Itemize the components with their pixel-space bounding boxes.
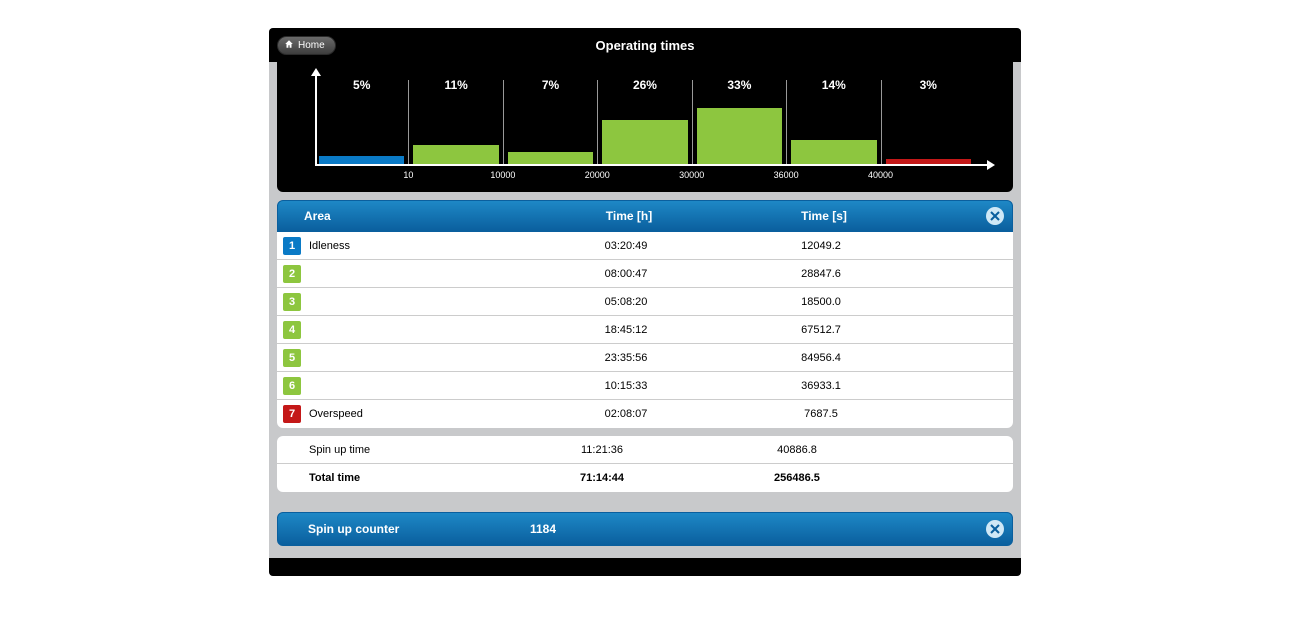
row-time-s: 12049.2 [721,240,921,252]
home-icon [284,39,294,52]
bar-percent-label: 11% [409,78,502,92]
bar-percent-label: 26% [598,78,691,92]
row-time-s: 36933.1 [721,380,921,392]
table-row: 6 10:15:3336933.1 [277,372,1013,400]
row-time-s: 18500.0 [721,296,921,308]
row-time-h: 03:20:49 [531,240,721,252]
home-label: Home [298,40,325,51]
area-badge: 6 [283,377,301,395]
row-time-s: 67512.7 [721,324,921,336]
bar-fill [791,140,876,164]
x-tick-label: 10000 [489,170,517,180]
close-icon[interactable] [986,520,1004,538]
table-row: 5 23:35:5684956.4 [277,344,1013,372]
total-label: Total time [307,472,507,484]
bar-percent-label: 33% [693,78,786,92]
total-time-s: 256486.5 [697,472,897,484]
row-label: Overspeed [307,408,531,420]
row-time-s: 28847.6 [721,268,921,280]
total-time-h: 71:14:44 [507,472,697,484]
bar-percent-label: 5% [315,78,408,92]
summary-row-total: Total time 71:14:44 256486.5 [277,464,1013,492]
row-time-s: 7687.5 [721,408,921,420]
bar-percent-label: 7% [504,78,597,92]
row-time-h: 23:35:56 [531,352,721,364]
table-header: Area Time [h] Time [s] [277,200,1013,232]
bottom-bar [269,558,1021,576]
area-badge: 2 [283,265,301,283]
chart-bars: 5%1011%100007%2000026%3000033%3600014%40… [315,80,975,164]
area-badge: 3 [283,293,301,311]
x-tick-label: 30000 [678,170,706,180]
bar-percent-label: 3% [882,78,975,92]
table-row: 2 08:00:4728847.6 [277,260,1013,288]
header-time-h: Time [h] [534,209,724,223]
row-label: Idleness [307,240,531,252]
chart-area: 5%1011%100007%2000026%3000033%3600014%40… [301,74,989,184]
counter-bar: Spin up counter 1184 [277,512,1013,546]
table-rows: 1 Idleness03:20:4912049.2 2 08:00:4728847.6… [277,232,1013,428]
chart-bar: 5%10 [315,80,409,164]
chart-bar: 26%30000 [598,80,692,164]
spinup-label: Spin up time [307,444,507,456]
x-tick-label: 36000 [772,170,800,180]
bar-fill [319,156,404,165]
row-time-h: 08:00:47 [531,268,721,280]
area-badge: 1 [283,237,301,255]
counter-label: Spin up counter [308,522,530,536]
header-area: Area [304,209,534,223]
counter-value: 1184 [530,522,720,536]
table-row: 3 05:08:2018500.0 [277,288,1013,316]
bar-fill [602,120,687,164]
row-time-h: 02:08:07 [531,408,721,420]
spinup-time-s: 40886.8 [697,444,897,456]
page-title: Operating times [269,38,1021,53]
bar-fill [508,152,593,164]
area-badge: 5 [283,349,301,367]
chart-bar: 14%40000 [787,80,881,164]
area-badge: 4 [283,321,301,339]
close-icon[interactable] [986,207,1004,225]
x-tick-label: 40000 [867,170,895,180]
bar-fill [886,159,971,164]
row-time-h: 18:45:12 [531,324,721,336]
bar-percent-label: 14% [787,78,880,92]
bar-fill [413,145,498,164]
header-time-s: Time [s] [724,209,924,223]
row-time-h: 05:08:20 [531,296,721,308]
chart-bar: 11%10000 [409,80,503,164]
row-time-h: 10:15:33 [531,380,721,392]
summary-panel: Spin up time 11:21:36 40886.8 Total time… [277,436,1013,492]
table-row: 4 18:45:1267512.7 [277,316,1013,344]
chart-panel: 5%1011%100007%2000026%3000033%3600014%40… [277,62,1013,192]
top-bar: Home Operating times [269,28,1021,62]
area-badge: 7 [283,405,301,423]
row-time-s: 84956.4 [721,352,921,364]
content-area: Area Time [h] Time [s] 1 Idleness03:20:49… [269,200,1021,546]
summary-row-spinup: Spin up time 11:21:36 40886.8 [277,436,1013,464]
x-axis [315,164,989,166]
app-window: Home Operating times 5%1011%100007%20000… [269,28,1021,576]
spinup-time-h: 11:21:36 [507,444,697,456]
chart-bar: 33%36000 [693,80,787,164]
table-row: 1 Idleness03:20:4912049.2 [277,232,1013,260]
bar-fill [697,108,782,164]
table-row: 7 Overspeed02:08:077687.5 [277,400,1013,428]
chart-bar: 3% [882,80,975,164]
x-tick-label: 20000 [583,170,611,180]
x-tick-label: 10 [394,170,422,180]
home-button[interactable]: Home [277,36,336,55]
chart-bar: 7%20000 [504,80,598,164]
